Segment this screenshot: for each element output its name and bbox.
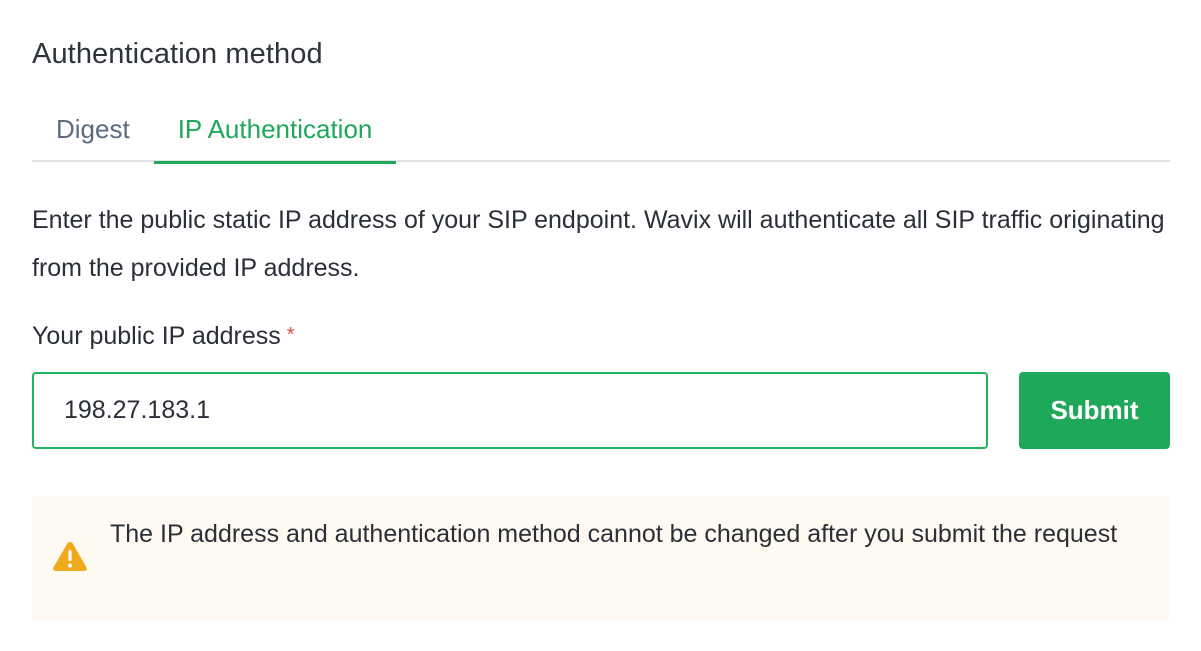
tab-ip-authentication[interactable]: IP Authentication	[153, 100, 397, 164]
required-asterisk: *	[286, 324, 295, 346]
ip-auth-description: Enter the public static IP address of yo…	[32, 206, 1165, 282]
section-title: Authentication method	[32, 38, 323, 70]
tab-digest[interactable]: Digest	[32, 100, 154, 162]
warning-icon	[53, 542, 87, 571]
auth-method-tabs: Digest IP Authentication	[32, 100, 1170, 164]
warning-alert: The IP address and authentication method…	[32, 496, 1170, 620]
warning-message: The IP address and authentication method…	[110, 520, 1118, 548]
ip-address-label: Your public IP address *	[32, 322, 295, 351]
ip-address-label-text: Your public IP address	[32, 322, 281, 350]
ip-authentication-panel: Authentication method Digest IP Authenti…	[0, 0, 1201, 651]
ip-address-input[interactable]	[32, 372, 988, 449]
submit-button[interactable]: Submit	[1019, 372, 1170, 449]
